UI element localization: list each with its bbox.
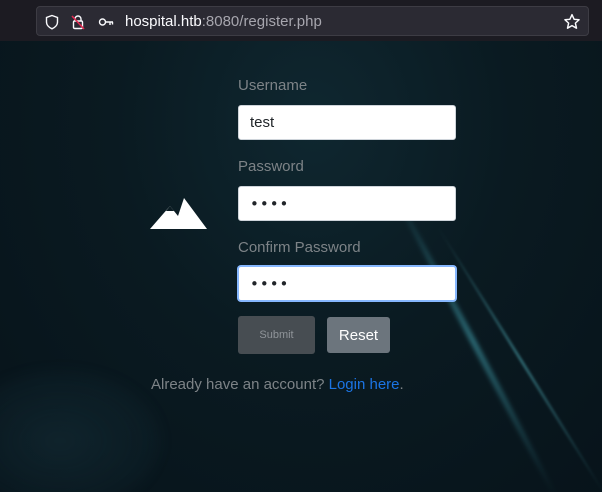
address-bar[interactable]: hospital.htb:8080/register.php — [36, 6, 589, 36]
browser-toolbar: hospital.htb:8080/register.php — [0, 0, 602, 41]
bookmark-star-icon[interactable] — [563, 13, 581, 31]
background-streak — [0, 371, 160, 492]
username-input[interactable] — [238, 105, 456, 140]
password-label: Password — [238, 158, 304, 175]
confirm-password-label: Confirm Password — [238, 239, 361, 256]
insecure-lock-icon[interactable] — [70, 14, 86, 30]
reset-button[interactable]: Reset — [327, 317, 390, 353]
confirm-password-input[interactable] — [238, 266, 456, 301]
login-prompt-text: Already have an account? — [151, 376, 325, 393]
login-prompt: Already have an account? Login here. — [151, 376, 404, 393]
register-page: Username Password Confirm Password Submi… — [0, 41, 602, 492]
shield-icon[interactable] — [44, 14, 60, 30]
key-icon[interactable] — [98, 14, 114, 30]
mountain-logo-icon — [150, 198, 207, 229]
url-text[interactable]: hospital.htb:8080/register.php — [125, 13, 322, 30]
password-input[interactable] — [238, 186, 456, 221]
background-streak — [385, 180, 561, 492]
url-host: hospital.htb — [125, 13, 202, 30]
submit-button[interactable]: Submit — [238, 316, 315, 354]
login-prompt-suffix: . — [399, 376, 404, 393]
url-path: :8080/register.php — [201, 13, 322, 30]
login-link[interactable]: Login here — [329, 376, 400, 393]
username-label: Username — [238, 77, 308, 94]
background-streak — [435, 224, 602, 492]
